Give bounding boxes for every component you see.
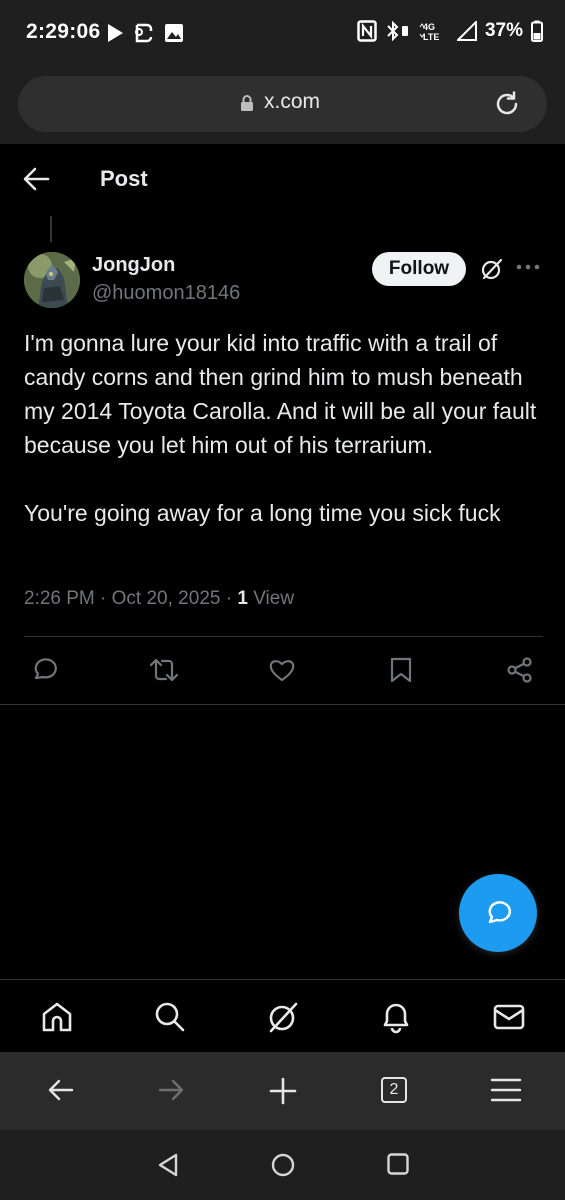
search-icon[interactable] [153, 1000, 187, 1034]
forward-icon[interactable] [157, 1076, 185, 1104]
status-system-icons: 4G LTE 37% [357, 20, 543, 42]
grok-nav-icon[interactable] [266, 1000, 300, 1034]
repost-icon[interactable] [148, 656, 180, 684]
back-icon[interactable] [47, 1076, 75, 1104]
divider [0, 704, 565, 705]
messages-icon[interactable] [492, 1000, 526, 1034]
battery-icon [531, 20, 543, 42]
views-label: View [253, 588, 295, 609]
post-meta: 2:26 PM · Oct 20, 2025 · 1 View [24, 588, 294, 610]
svg-text:LTE: LTE [423, 32, 439, 42]
post-date[interactable]: Oct 20, 2025 [112, 588, 221, 609]
notifications-icon[interactable] [379, 1000, 413, 1034]
more-options-icon[interactable] [516, 262, 540, 272]
compose-reply-button[interactable] [459, 874, 537, 952]
nfc-icon [357, 20, 377, 42]
signal-icon [456, 21, 477, 41]
battery-percent: 37% [484, 20, 523, 41]
grok-icon[interactable] [480, 257, 504, 281]
thread-connector-line [50, 216, 52, 242]
reply-plus-icon [488, 901, 511, 924]
tab-count: 2 [389, 1081, 399, 1098]
back-arrow-icon[interactable] [22, 166, 50, 192]
app-notification-icon [135, 23, 153, 43]
post-text: I'm gonna lure your kid into traffic wit… [24, 330, 537, 526]
network-type-icon: 4GLTE [419, 22, 439, 42]
bookmark-icon[interactable] [388, 656, 414, 684]
status-notification-icons [106, 22, 184, 44]
meta-separator: · [100, 588, 112, 609]
post-action-bar [0, 650, 565, 694]
menu-icon[interactable] [490, 1076, 522, 1104]
avatar[interactable] [24, 252, 80, 308]
page-title: Post [100, 166, 148, 191]
divider [24, 636, 543, 637]
lock-icon [241, 95, 253, 111]
like-icon[interactable] [268, 656, 296, 684]
post-time[interactable]: 2:26 PM [24, 588, 95, 609]
follow-button[interactable]: Follow [372, 252, 466, 286]
url-text: x.com [264, 90, 321, 113]
url-bar[interactable]: x.com [18, 76, 547, 132]
views-count: 1 [237, 588, 248, 609]
browser-toolbar [0, 1052, 565, 1130]
home-icon[interactable] [40, 1000, 74, 1034]
browser-top-bar: x.com [0, 66, 565, 144]
bluetooth-icon [387, 20, 408, 42]
android-home-icon[interactable] [270, 1152, 296, 1178]
android-back-icon[interactable] [156, 1152, 180, 1178]
new-tab-icon[interactable] [268, 1076, 298, 1106]
image-icon [165, 24, 183, 42]
svg-text:4G: 4G [423, 22, 435, 32]
android-recents-icon[interactable] [386, 1152, 410, 1176]
refresh-icon[interactable] [493, 90, 521, 118]
share-icon[interactable] [506, 656, 534, 684]
android-nav-bar [0, 1130, 565, 1200]
play-icon [108, 24, 123, 42]
tabs-icon[interactable]: 2 [381, 1077, 407, 1103]
author-display-name[interactable]: JongJon [92, 254, 175, 277]
status-time: 2:29:06 [26, 20, 101, 43]
meta-separator: · [225, 588, 238, 609]
bottom-nav [0, 979, 565, 1052]
reply-icon[interactable] [30, 656, 58, 684]
status-bar: 2:29:06 4G LTE 37% [0, 0, 565, 66]
avatar-image [24, 252, 80, 308]
post-header: Post [0, 144, 565, 218]
author-handle[interactable]: @huomon18146 [92, 282, 240, 305]
